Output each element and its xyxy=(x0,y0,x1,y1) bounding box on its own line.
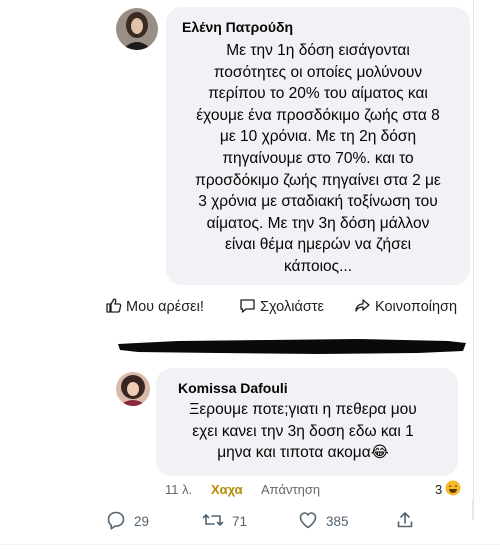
share-arrow-icon xyxy=(354,297,371,318)
retweet-action[interactable]: 71 xyxy=(202,508,247,534)
upload-share-icon xyxy=(395,510,415,533)
reply-bubble-icon xyxy=(106,510,126,533)
comment-line: ποσότητες οι οποίες μολύνουν xyxy=(213,63,423,81)
laughing-emoji-icon xyxy=(445,480,461,499)
comment-line: 3 χρόνια με σταδιακή τοξίνωση του xyxy=(198,193,438,211)
comment-line: πηγαίνουμε στο 70%. και το xyxy=(222,149,414,167)
retweet-count: 71 xyxy=(232,513,248,529)
comment-timestamp[interactable]: 11 λ. xyxy=(165,482,192,497)
share-action[interactable] xyxy=(395,508,415,534)
comment-line: μηνα και τιποτα ακομα😂 xyxy=(217,444,389,462)
comment-line: είναι θέμα ημερών να ζήσει xyxy=(224,236,412,254)
like-action[interactable]: 385 xyxy=(298,508,349,534)
comment-line: Ξερουμε ποτε;γιατι η πεθερα μου xyxy=(189,401,417,418)
reply-action[interactable]: 29 xyxy=(106,508,149,534)
avatar-eleni[interactable] xyxy=(116,8,158,50)
comment-bubble-2: Komissa Dafouli Ξερουμε ποτε;γιατι η πεθ… xyxy=(156,368,458,476)
like-button[interactable]: Μου αρέσει! xyxy=(105,297,204,318)
comment-label: Σχολιάστε xyxy=(260,299,324,315)
comment-line: κάποιος... xyxy=(283,257,353,275)
divider xyxy=(0,544,500,545)
reaction-count: 3 xyxy=(435,481,443,497)
redaction-mark xyxy=(118,334,466,358)
comment-line: περίπου το 20% του αίματος και xyxy=(208,85,428,103)
reaction-summary[interactable]: 3 xyxy=(435,480,461,499)
comment-author[interactable]: Komissa Dafouli xyxy=(178,380,288,396)
comment-bubble-1: Ελένη Πατρούδη Με την 1η δόση εισάγονται… xyxy=(166,7,470,285)
avatar-komissa[interactable] xyxy=(116,372,150,406)
tweet-action-bar: 29 71 385 xyxy=(100,508,430,534)
comment-line: Με την 1η δόση εισάγονται xyxy=(226,42,410,59)
comment-line: προσδόκιμο ζωής πηγαίνει στα 2 με xyxy=(195,171,441,189)
comment-line: με 10 χρόνια. Με τη 2η δόση xyxy=(219,128,417,146)
reply-count: 29 xyxy=(134,513,150,529)
like-label: Μου αρέσει! xyxy=(126,299,204,315)
reply-link[interactable]: Απάντηση xyxy=(261,482,320,497)
thumbs-up-icon xyxy=(105,297,122,318)
haha-reaction-link[interactable]: Χαχα xyxy=(211,482,243,497)
comment-text: Με την 1η δόση εισάγονται ποσότητες οι ο… xyxy=(172,40,464,278)
comment-line: αίματος. Με την 3η δόση μάλλον xyxy=(206,214,430,232)
comment-author[interactable]: Ελένη Πατρούδη xyxy=(182,19,293,35)
post-action-bar: Μου αρέσει! Σχολιάστε Κοινοποίηση xyxy=(105,294,473,320)
comment-button[interactable]: Σχολιάστε xyxy=(239,297,324,318)
retweet-icon xyxy=(202,510,224,533)
like-count: 385 xyxy=(326,513,349,529)
comment-line: εχει κανει την 3η δοση εδω και 1 xyxy=(192,422,414,440)
comment-line: έχουμε ένα προσδόκιμο ζωής στα 8 xyxy=(196,106,440,124)
heart-icon xyxy=(298,510,318,533)
speech-bubble-icon xyxy=(239,297,256,318)
comment-text: Ξερουμε ποτε;γιατι η πεθερα μου εχει καν… xyxy=(158,399,448,464)
share-label: Κοινοποίηση xyxy=(375,299,458,315)
share-button[interactable]: Κοινοποίηση xyxy=(354,297,457,318)
comment-meta-row: 11 λ. Χαχα Απάντηση 3 xyxy=(165,480,470,498)
